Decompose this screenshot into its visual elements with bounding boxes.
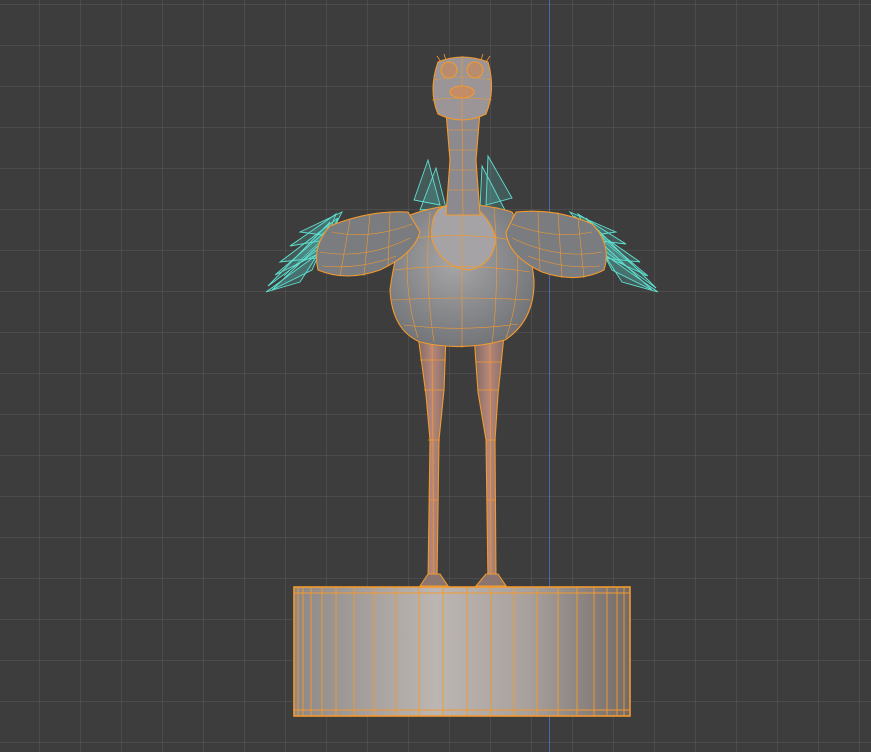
left-eye: [440, 61, 458, 79]
pedestal-cylinder[interactable]: [293, 586, 631, 717]
beak: [449, 85, 475, 99]
right-leg: [473, 334, 505, 583]
ostrich-body-mesh[interactable]: [315, 53, 607, 587]
right-eye: [466, 61, 484, 79]
3d-viewport[interactable]: [0, 0, 871, 752]
scene-canvas[interactable]: [0, 0, 871, 752]
right-foot: [474, 573, 508, 587]
left-foot: [418, 573, 450, 587]
pedestal-body: [293, 586, 631, 717]
